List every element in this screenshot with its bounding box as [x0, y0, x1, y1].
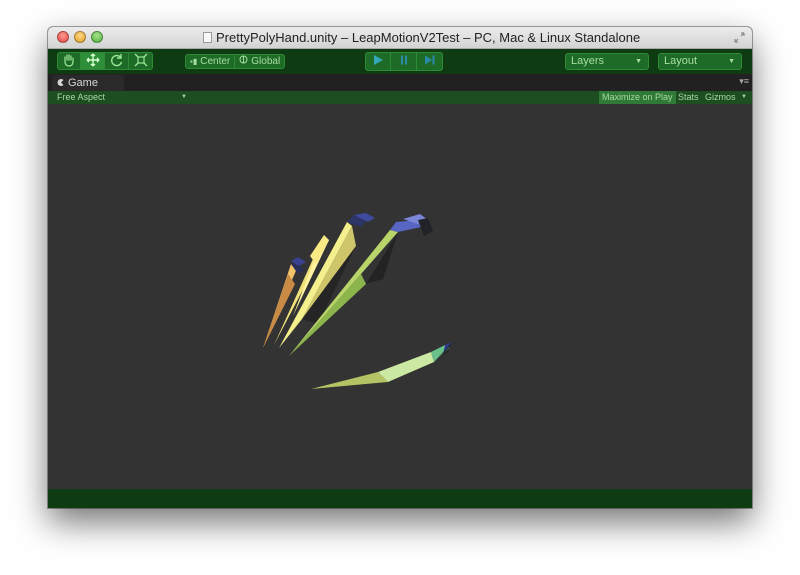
scale-icon: [134, 53, 148, 70]
play-icon: [372, 53, 384, 71]
main-toolbar: ▪▮ Center Global Layers ▼ Layout ▼: [48, 49, 752, 74]
status-bar: [48, 489, 752, 508]
rotate-icon: [110, 53, 124, 70]
tab-game[interactable]: Game: [52, 75, 124, 91]
panel-menu-icon[interactable]: ▾≡: [739, 76, 749, 87]
close-window-button[interactable]: [57, 31, 69, 43]
step-icon: [424, 53, 436, 71]
pivot-center-button[interactable]: ▪▮ Center: [185, 54, 236, 69]
unity-editor-window: PrettyPolyHand.unity – LeapMotionV2Test …: [48, 27, 752, 508]
aspect-dropdown[interactable]: Free Aspect: [57, 91, 105, 104]
maximize-on-play-toggle[interactable]: Maximize on Play: [599, 91, 676, 104]
hand-tool-button[interactable]: [57, 52, 81, 70]
gizmos-toggle[interactable]: Gizmos: [702, 91, 739, 104]
pivot-center-label: Center: [200, 56, 231, 67]
layout-chevron-down-icon: ▼: [728, 58, 735, 65]
game-view-toolbar: Free Aspect ▼ Maximize on Play Stats Giz…: [48, 91, 752, 104]
thumb: [311, 342, 452, 389]
pivot-global-button[interactable]: Global: [235, 54, 286, 69]
minimize-window-button[interactable]: [74, 31, 86, 43]
layers-dropdown[interactable]: Layers ▼: [565, 53, 649, 70]
layers-label: Layers: [571, 55, 605, 67]
game-viewport[interactable]: [48, 104, 752, 489]
pinky-finger: [263, 257, 306, 348]
gizmos-chevron-down-icon[interactable]: ▼: [738, 91, 750, 104]
window-title: PrettyPolyHand.unity – LeapMotionV2Test …: [216, 30, 641, 45]
move-tool-button[interactable]: [81, 52, 105, 70]
pivot-global-label: Global: [251, 56, 281, 67]
rotate-tool-button[interactable]: [105, 52, 129, 70]
step-button[interactable]: [417, 52, 443, 71]
index-finger: [289, 214, 433, 356]
layout-dropdown[interactable]: Layout ▼: [658, 53, 742, 70]
pivot-toggles: ▪▮ Center Global: [185, 52, 286, 70]
layers-chevron-down-icon: ▼: [635, 58, 642, 65]
panel-tab-bar: Game ▾≡: [48, 74, 752, 91]
title-bar: PrettyPolyHand.unity – LeapMotionV2Test …: [48, 27, 752, 49]
play-button[interactable]: [365, 52, 391, 71]
pause-icon: [398, 53, 410, 71]
game-controller-icon: [56, 74, 65, 92]
zoom-window-button[interactable]: [91, 31, 103, 43]
move-icon: [86, 53, 100, 70]
global-icon: [239, 55, 248, 68]
layout-label: Layout: [664, 55, 698, 67]
pause-button[interactable]: [391, 52, 417, 71]
fullscreen-icon[interactable]: [734, 32, 745, 43]
stats-toggle[interactable]: Stats: [675, 91, 702, 104]
tab-game-label: Game: [68, 77, 98, 89]
scale-tool-button[interactable]: [129, 52, 153, 70]
playback-controls: [365, 52, 443, 71]
center-pivot-icon: ▪▮: [190, 57, 198, 66]
aspect-chevron-down-icon[interactable]: ▼: [181, 91, 187, 104]
poly-hand-render: [263, 213, 452, 389]
document-icon: [203, 32, 212, 43]
transform-tools: [57, 52, 153, 70]
hand-icon: [62, 53, 76, 70]
